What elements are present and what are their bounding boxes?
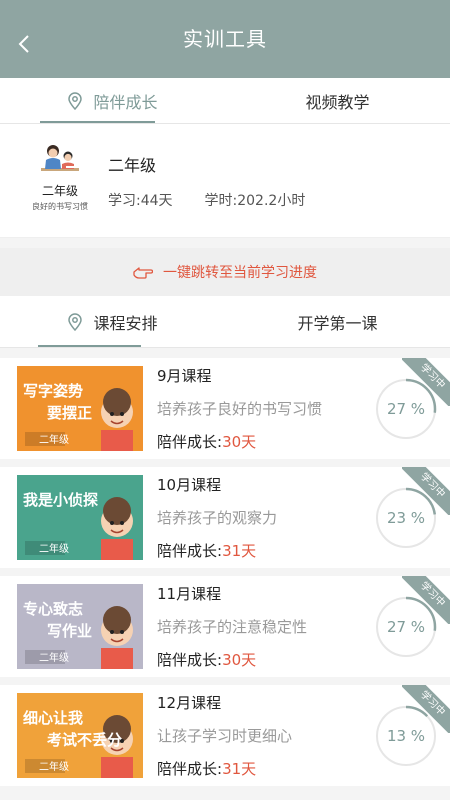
page-title: 实训工具: [183, 26, 267, 51]
thumb-grade: 二年级: [39, 651, 69, 664]
tab-video-teaching[interactable]: 视频教学: [225, 78, 450, 123]
days-value: 31天: [222, 542, 257, 560]
tab-first-lesson[interactable]: 开学第一课: [225, 296, 450, 347]
thumb-subtitle: 写作业: [47, 622, 92, 640]
tab-companion-growth[interactable]: 陪伴成长: [0, 78, 225, 123]
avatar: 二年级 良好的书写习惯: [32, 142, 88, 220]
course-thumbnail: 写字姿势 要摆正 二年级: [17, 366, 143, 451]
back-icon[interactable]: [14, 33, 36, 55]
thumb-title: 专心致志: [23, 600, 83, 618]
thumb-title: 我是小侦探: [23, 491, 98, 509]
thumb-subtitle: 考试不丢分: [47, 731, 122, 749]
days-value: 30天: [222, 651, 257, 669]
tab-course-schedule[interactable]: 课程安排: [0, 296, 225, 347]
course-thumbnail: 我是小侦探 二年级: [17, 475, 143, 560]
avatar-subtitle: 良好的书写习惯: [32, 201, 88, 211]
course-item[interactable]: 我是小侦探 二年级 10月课程 培养孩子的观察力 陪伴成长:31天 23 % 学…: [0, 467, 450, 568]
status-badge-label: 学习中: [402, 685, 450, 733]
course-item[interactable]: 专心致志 写作业 二年级 11月课程 培养孩子的注意稳定性 陪伴成长:30天 2…: [0, 576, 450, 677]
companion-label: 陪伴成长:: [157, 651, 223, 669]
course-subtabs: 课程安排 开学第一课: [0, 296, 450, 348]
parent-child-illustration-icon: [41, 144, 79, 171]
course-item[interactable]: 写字姿势 要摆正 二年级 9月课程 培养孩子良好的书写习惯 陪伴成长:30天 2…: [0, 358, 450, 459]
status-badge: 学习中: [402, 467, 450, 515]
course-thumbnail: 细心让我 考试不丢分 二年级: [17, 693, 143, 778]
study-hours: 学时:202.2小时: [204, 192, 306, 209]
companion-label: 陪伴成长:: [157, 760, 223, 778]
companion-label: 陪伴成长:: [157, 542, 223, 560]
days-value: 31天: [222, 760, 257, 778]
study-stats: 学习:44天 学时:202.2小时: [108, 190, 305, 210]
pointing-hand-icon: [133, 265, 153, 279]
screen: 实训工具 陪伴成长 视频教学 二年级 良好的书写习惯 二年级 学习:44天 学时…: [0, 0, 450, 800]
tab-label: 课程安排: [93, 313, 158, 333]
days-value: 30天: [222, 433, 257, 451]
study-days: 学习:44天: [108, 192, 173, 209]
tab-label: 视频教学: [305, 92, 370, 112]
top-bar: 实训工具: [0, 0, 450, 78]
status-badge: 学习中: [402, 358, 450, 406]
location-pin-icon: [67, 312, 83, 331]
location-pin-icon: [67, 91, 83, 110]
jump-label: 一键跳转至当前学习进度: [163, 265, 317, 281]
course-item[interactable]: 细心让我 考试不丢分 二年级 12月课程 让孩子学习时更细心 陪伴成长:31天 …: [0, 685, 450, 786]
companion-label: 陪伴成长:: [157, 433, 223, 451]
thumb-title: 细心让我: [23, 709, 83, 727]
thumb-subtitle: 要摆正: [47, 404, 92, 422]
course-thumbnail: 专心致志 写作业 二年级: [17, 584, 143, 669]
status-badge: 学习中: [402, 576, 450, 624]
thumb-grade: 二年级: [39, 542, 69, 555]
course-list: 写字姿势 要摆正 二年级 9月课程 培养孩子良好的书写习惯 陪伴成长:30天 2…: [0, 358, 450, 786]
main-tabs: 陪伴成长 视频教学: [0, 78, 450, 124]
thumb-grade: 二年级: [39, 433, 69, 446]
grade-label: 二年级: [108, 155, 157, 175]
status-badge-label: 学习中: [402, 467, 450, 515]
thumb-grade: 二年级: [39, 760, 69, 773]
jump-to-progress-button[interactable]: 一键跳转至当前学习进度: [0, 248, 450, 296]
profile-card: 二年级 良好的书写习惯 二年级 学习:44天 学时:202.2小时: [0, 124, 450, 238]
status-badge: 学习中: [402, 685, 450, 733]
status-badge-label: 学习中: [402, 576, 450, 624]
status-badge-label: 学习中: [402, 358, 450, 406]
tab-label: 陪伴成长: [93, 92, 158, 112]
tab-label: 开学第一课: [297, 313, 378, 333]
thumb-title: 写字姿势: [23, 382, 83, 400]
profile-info: 二年级 学习:44天 学时:202.2小时: [108, 152, 305, 210]
avatar-grade: 二年级: [41, 183, 78, 198]
